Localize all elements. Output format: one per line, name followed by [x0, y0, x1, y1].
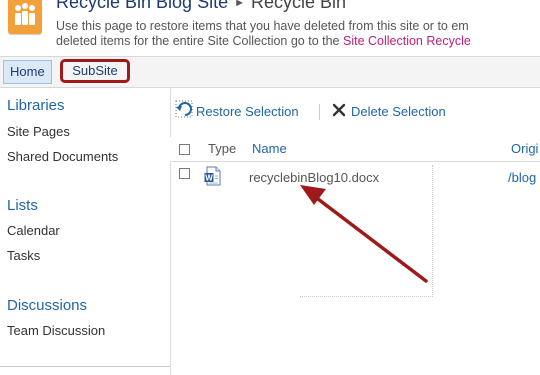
ql-heading-lists[interactable]: Lists — [7, 197, 38, 214]
page-header: Recycle Bin Blog Site ► Recycle Bin Use th… — [0, 0, 540, 56]
restore-icon — [175, 100, 195, 125]
column-header-name[interactable]: Name — [252, 141, 287, 156]
ql-heading-discussions[interactable]: Discussions — [7, 297, 87, 314]
item-original-location[interactable]: /blog — [508, 170, 536, 185]
table-row[interactable]: W recyclebinBlog10.docx /blog — [170, 162, 540, 190]
quick-launch-divider — [0, 366, 170, 367]
site-logo-icon[interactable] — [8, 0, 42, 34]
recycle-bin-toolbar: Restore Selection Delete Selection — [170, 88, 540, 134]
breadcrumb-site-link[interactable]: Recycle Bin Blog Site — [56, 0, 228, 12]
nav-tab-home[interactable]: Home — [3, 60, 52, 84]
row-checkbox[interactable] — [179, 168, 190, 179]
word-document-icon: W — [204, 166, 222, 191]
site-collection-recycle-link[interactable]: Site Collection Recycle — [343, 34, 471, 48]
item-name[interactable]: recyclebinBlog10.docx — [249, 170, 379, 185]
quick-launch: Libraries Site Pages Shared Documents Li… — [0, 88, 171, 375]
ql-item-site-pages[interactable]: Site Pages — [7, 124, 70, 139]
description-text: deleted items for the entire Site Collec… — [56, 34, 343, 48]
grid-header: Type Name Origi — [170, 137, 540, 162]
ql-item-calendar[interactable]: Calendar — [7, 223, 60, 238]
description-line-1: Use this page to restore items that you … — [56, 19, 469, 33]
ql-item-shared-documents[interactable]: Shared Documents — [7, 149, 118, 164]
restore-selection-button[interactable]: Restore Selection — [196, 104, 299, 119]
dotted-guide-vertical — [432, 165, 433, 295]
page-title: Recycle Bin Blog Site ► Recycle Bin — [56, 0, 346, 13]
page-description: Use this page to restore items that you … — [56, 19, 471, 49]
svg-text:W: W — [205, 174, 213, 183]
nav-tab-subsite[interactable]: SubSite — [60, 59, 130, 83]
delete-selection-button[interactable]: Delete Selection — [351, 104, 446, 119]
column-header-original-location[interactable]: Origi — [511, 141, 538, 156]
top-navigation: Home SubSite — [0, 56, 540, 88]
toolbar-separator — [319, 104, 320, 120]
delete-x-icon — [332, 103, 346, 122]
column-header-type[interactable]: Type — [208, 141, 236, 156]
ql-heading-libraries[interactable]: Libraries — [7, 97, 65, 114]
dotted-guide-horizontal — [300, 296, 433, 297]
ql-item-tasks[interactable]: Tasks — [7, 248, 40, 263]
select-all-checkbox[interactable] — [179, 144, 190, 155]
ql-item-team-discussion[interactable]: Team Discussion — [7, 323, 105, 338]
breadcrumb-current: Recycle Bin — [250, 0, 347, 12]
description-line-2: deleted items for the entire Site Collec… — [56, 34, 471, 49]
breadcrumb-separator-icon: ► — [234, 0, 245, 9]
